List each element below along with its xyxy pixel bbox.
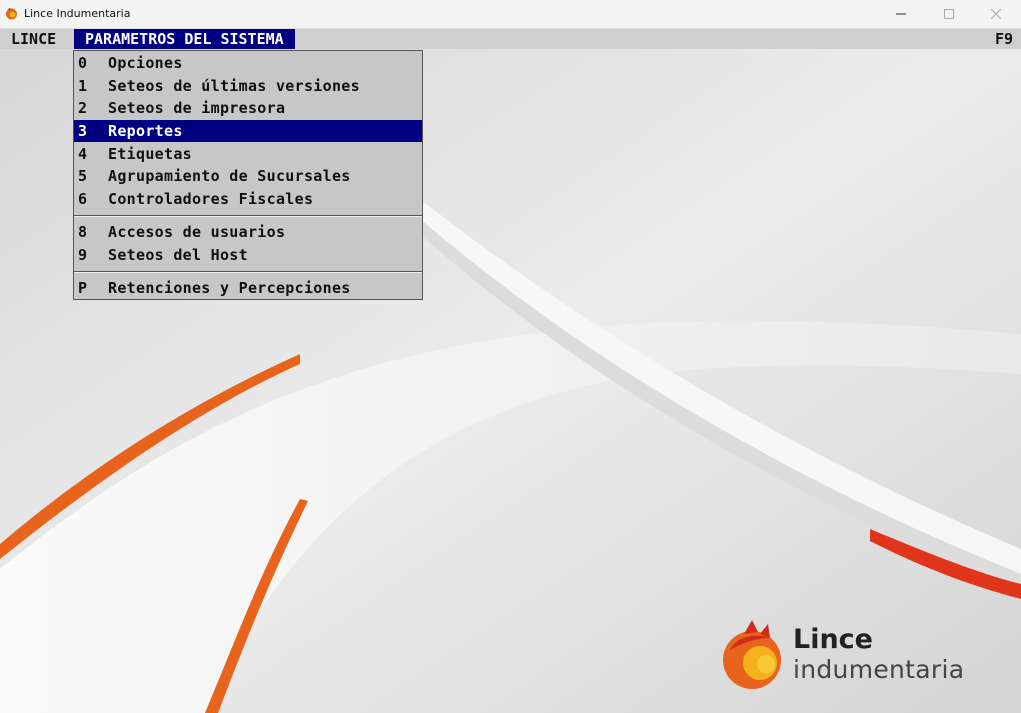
menu-item-label: Seteos de últimas versiones: [108, 77, 360, 95]
maximize-icon: [944, 9, 954, 19]
menu-item-key: 8: [78, 223, 88, 241]
menu-parametros-del-sistema[interactable]: PARAMETROS DEL SISTEMA: [74, 29, 295, 49]
logo-brand-text: Lince: [793, 624, 873, 655]
menu-lince[interactable]: LINCE: [11, 30, 56, 48]
menu-item-seteos-host[interactable]: 9 Seteos del Host: [74, 244, 422, 266]
close-button[interactable]: [973, 0, 1019, 28]
lince-logo-icon: [723, 620, 781, 689]
menu-separator: [74, 215, 422, 217]
menu-item-seteos-impresora[interactable]: 2 Seteos de impresora: [74, 97, 422, 119]
menu-item-key: 0: [78, 54, 88, 72]
parametros-dropdown: 0 Opciones 1 Seteos de últimas versiones…: [73, 50, 423, 300]
menu-item-label: Seteos del Host: [108, 246, 248, 264]
menu-bar: LINCE PARAMETROS DEL SISTEMA F9: [0, 29, 1021, 49]
menu-item-label: Opciones: [108, 54, 183, 72]
close-icon: [991, 9, 1001, 19]
menu-item-controladores-fiscales[interactable]: 6 Controladores Fiscales: [74, 188, 422, 210]
menu-item-key: 3: [78, 122, 88, 140]
title-bar: Lince Indumentaria: [0, 0, 1021, 29]
minimize-icon: [896, 13, 906, 15]
maximize-button[interactable]: [926, 0, 972, 28]
menu-item-label: Accesos de usuarios: [108, 223, 286, 241]
logo-subtitle-text: indumentaria: [793, 655, 965, 684]
menu-item-label: Agrupamiento de Sucursales: [108, 167, 351, 185]
menu-item-agrupamiento-sucursales[interactable]: 5 Agrupamiento de Sucursales: [74, 165, 422, 187]
menu-item-label: Seteos de impresora: [108, 99, 286, 117]
menu-item-label: Controladores Fiscales: [108, 190, 314, 208]
window-title: Lince Indumentaria: [24, 7, 131, 20]
menu-item-key: 2: [78, 99, 88, 117]
minimize-button[interactable]: [878, 0, 924, 28]
hotkey-f9[interactable]: F9: [995, 30, 1013, 48]
menu-item-retenciones-percepciones[interactable]: P Retenciones y Percepciones: [74, 277, 422, 299]
menu-item-etiquetas[interactable]: 4 Etiquetas: [74, 143, 422, 165]
menu-item-key: 6: [78, 190, 88, 208]
menu-item-accesos-usuarios[interactable]: 8 Accesos de usuarios: [74, 221, 422, 243]
menu-item-key: 1: [78, 77, 88, 95]
menu-item-key: 9: [78, 246, 88, 264]
menu-item-opciones[interactable]: 0 Opciones: [74, 52, 422, 74]
menu-separator: [74, 271, 422, 273]
menu-item-key: 4: [78, 145, 88, 163]
menu-item-key: 5: [78, 167, 88, 185]
app-logo-icon: [6, 7, 17, 20]
menu-item-seteos-ultimas-versiones[interactable]: 1 Seteos de últimas versiones: [74, 75, 422, 97]
menu-item-reportes[interactable]: 3 Reportes: [74, 120, 422, 142]
menu-item-label: Retenciones y Percepciones: [108, 279, 351, 297]
menu-item-label: Reportes: [108, 122, 183, 140]
menu-item-label: Etiquetas: [108, 145, 192, 163]
menu-item-key: P: [78, 279, 88, 297]
